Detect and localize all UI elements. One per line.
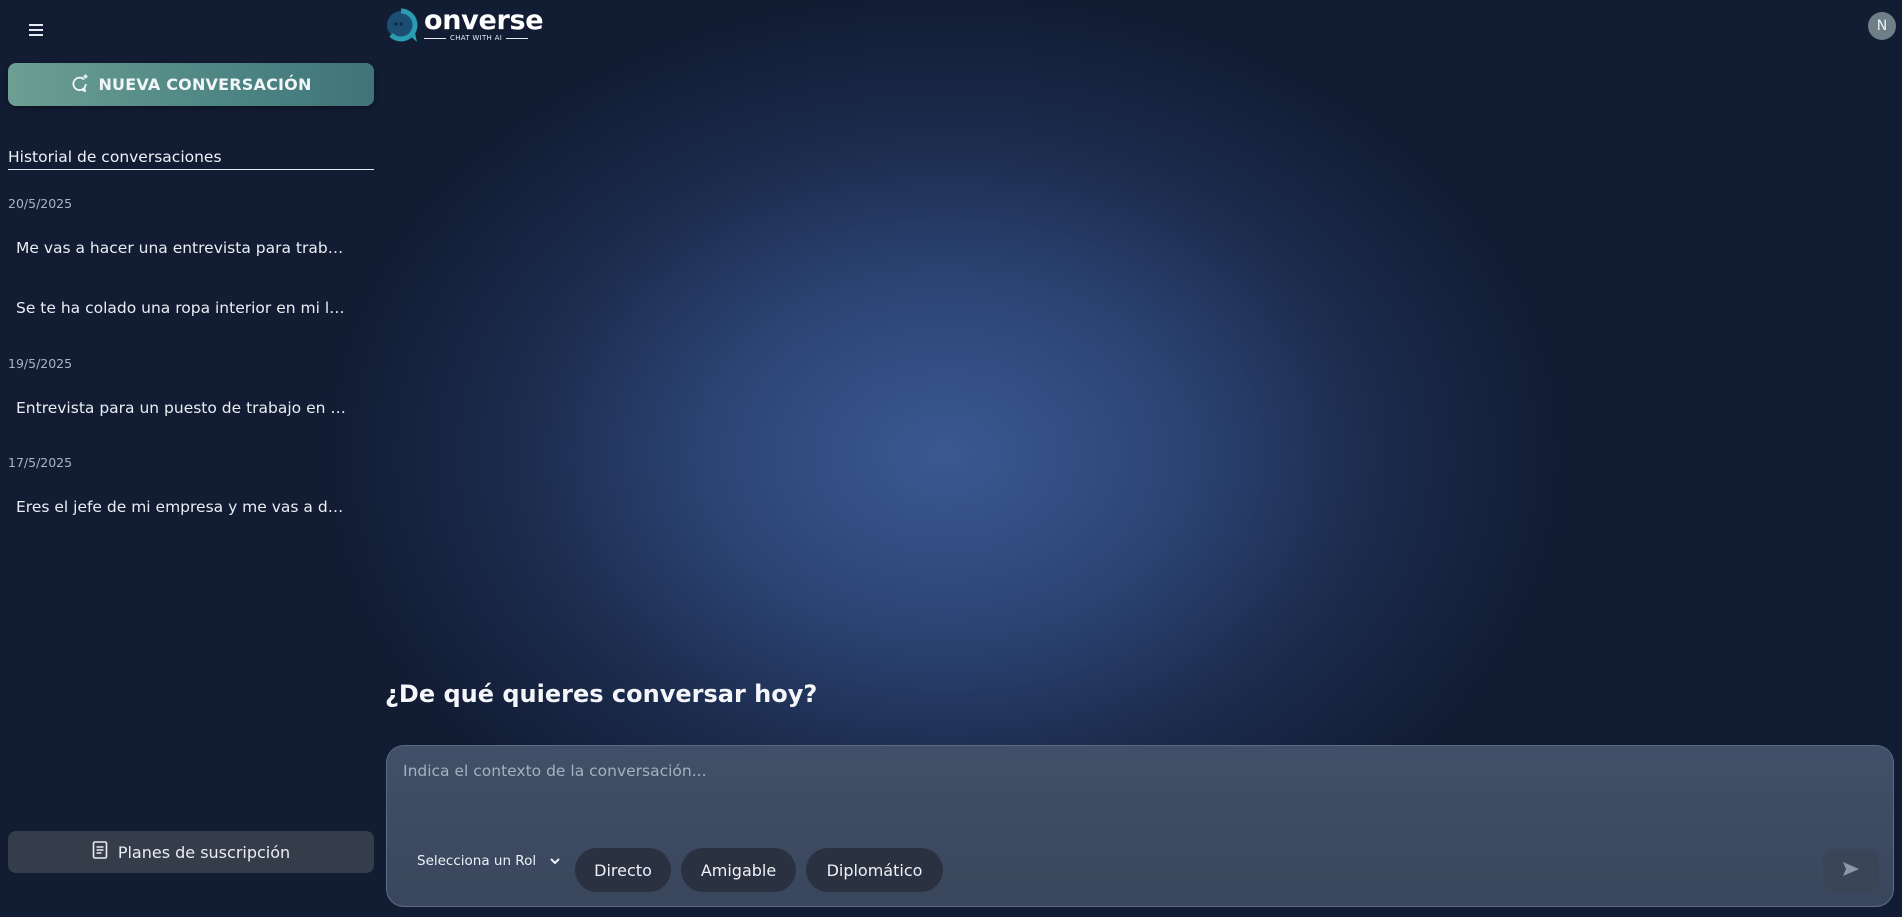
role-select[interactable]: Selecciona un Rol (417, 849, 560, 873)
subscription-plans-label: Planes de suscripción (117, 842, 291, 862)
menu-icon[interactable] (22, 16, 50, 44)
app-logo: onverse CHAT WITH AI (385, 5, 544, 44)
conversation-item[interactable]: Me vas a hacer una entrevista para traba… (8, 226, 348, 270)
history-title: Historial de conversaciones (8, 148, 374, 170)
page-title: ¿De qué quieres conversar hoy? (385, 680, 818, 708)
new-conversation-label: NUEVA CONVERSACIÓN (98, 75, 312, 94)
conversation-item[interactable]: Se te ha colado una ropa interior en mi … (8, 286, 348, 330)
chat-plus-icon (70, 73, 90, 97)
tone-directo-button[interactable]: Directo (575, 848, 671, 892)
logo-wordmark: onverse (424, 5, 544, 36)
history-date: 17/5/2025 (8, 455, 73, 470)
sidebar: NUEVA CONVERSACIÓN Historial de conversa… (0, 0, 382, 917)
logo-mark (387, 8, 418, 42)
context-input[interactable] (403, 758, 1803, 826)
history-date: 20/5/2025 (8, 196, 73, 211)
composer: Selecciona un Rol Directo Amigable Diplo… (386, 745, 1894, 907)
conversation-item[interactable]: Eres el jefe de mi empresa y me vas a de… (8, 485, 348, 529)
logo-tagline: CHAT WITH AI (450, 34, 503, 42)
send-button[interactable] (1823, 849, 1879, 893)
user-avatar[interactable]: N (1868, 12, 1896, 40)
tone-diplomatico-button[interactable]: Diplomático (806, 848, 943, 892)
role-select-label: Selecciona un Rol (417, 853, 537, 869)
history-date: 19/5/2025 (8, 356, 73, 371)
document-icon (92, 841, 108, 863)
subscription-plans-button[interactable]: Planes de suscripción (8, 831, 374, 873)
new-conversation-button[interactable]: NUEVA CONVERSACIÓN (8, 63, 374, 106)
send-icon (1842, 861, 1860, 881)
conversation-item[interactable]: Entrevista para un puesto de trabajo en … (8, 386, 348, 430)
chevron-down-icon (550, 853, 560, 869)
tone-amigable-button[interactable]: Amigable (681, 848, 796, 892)
